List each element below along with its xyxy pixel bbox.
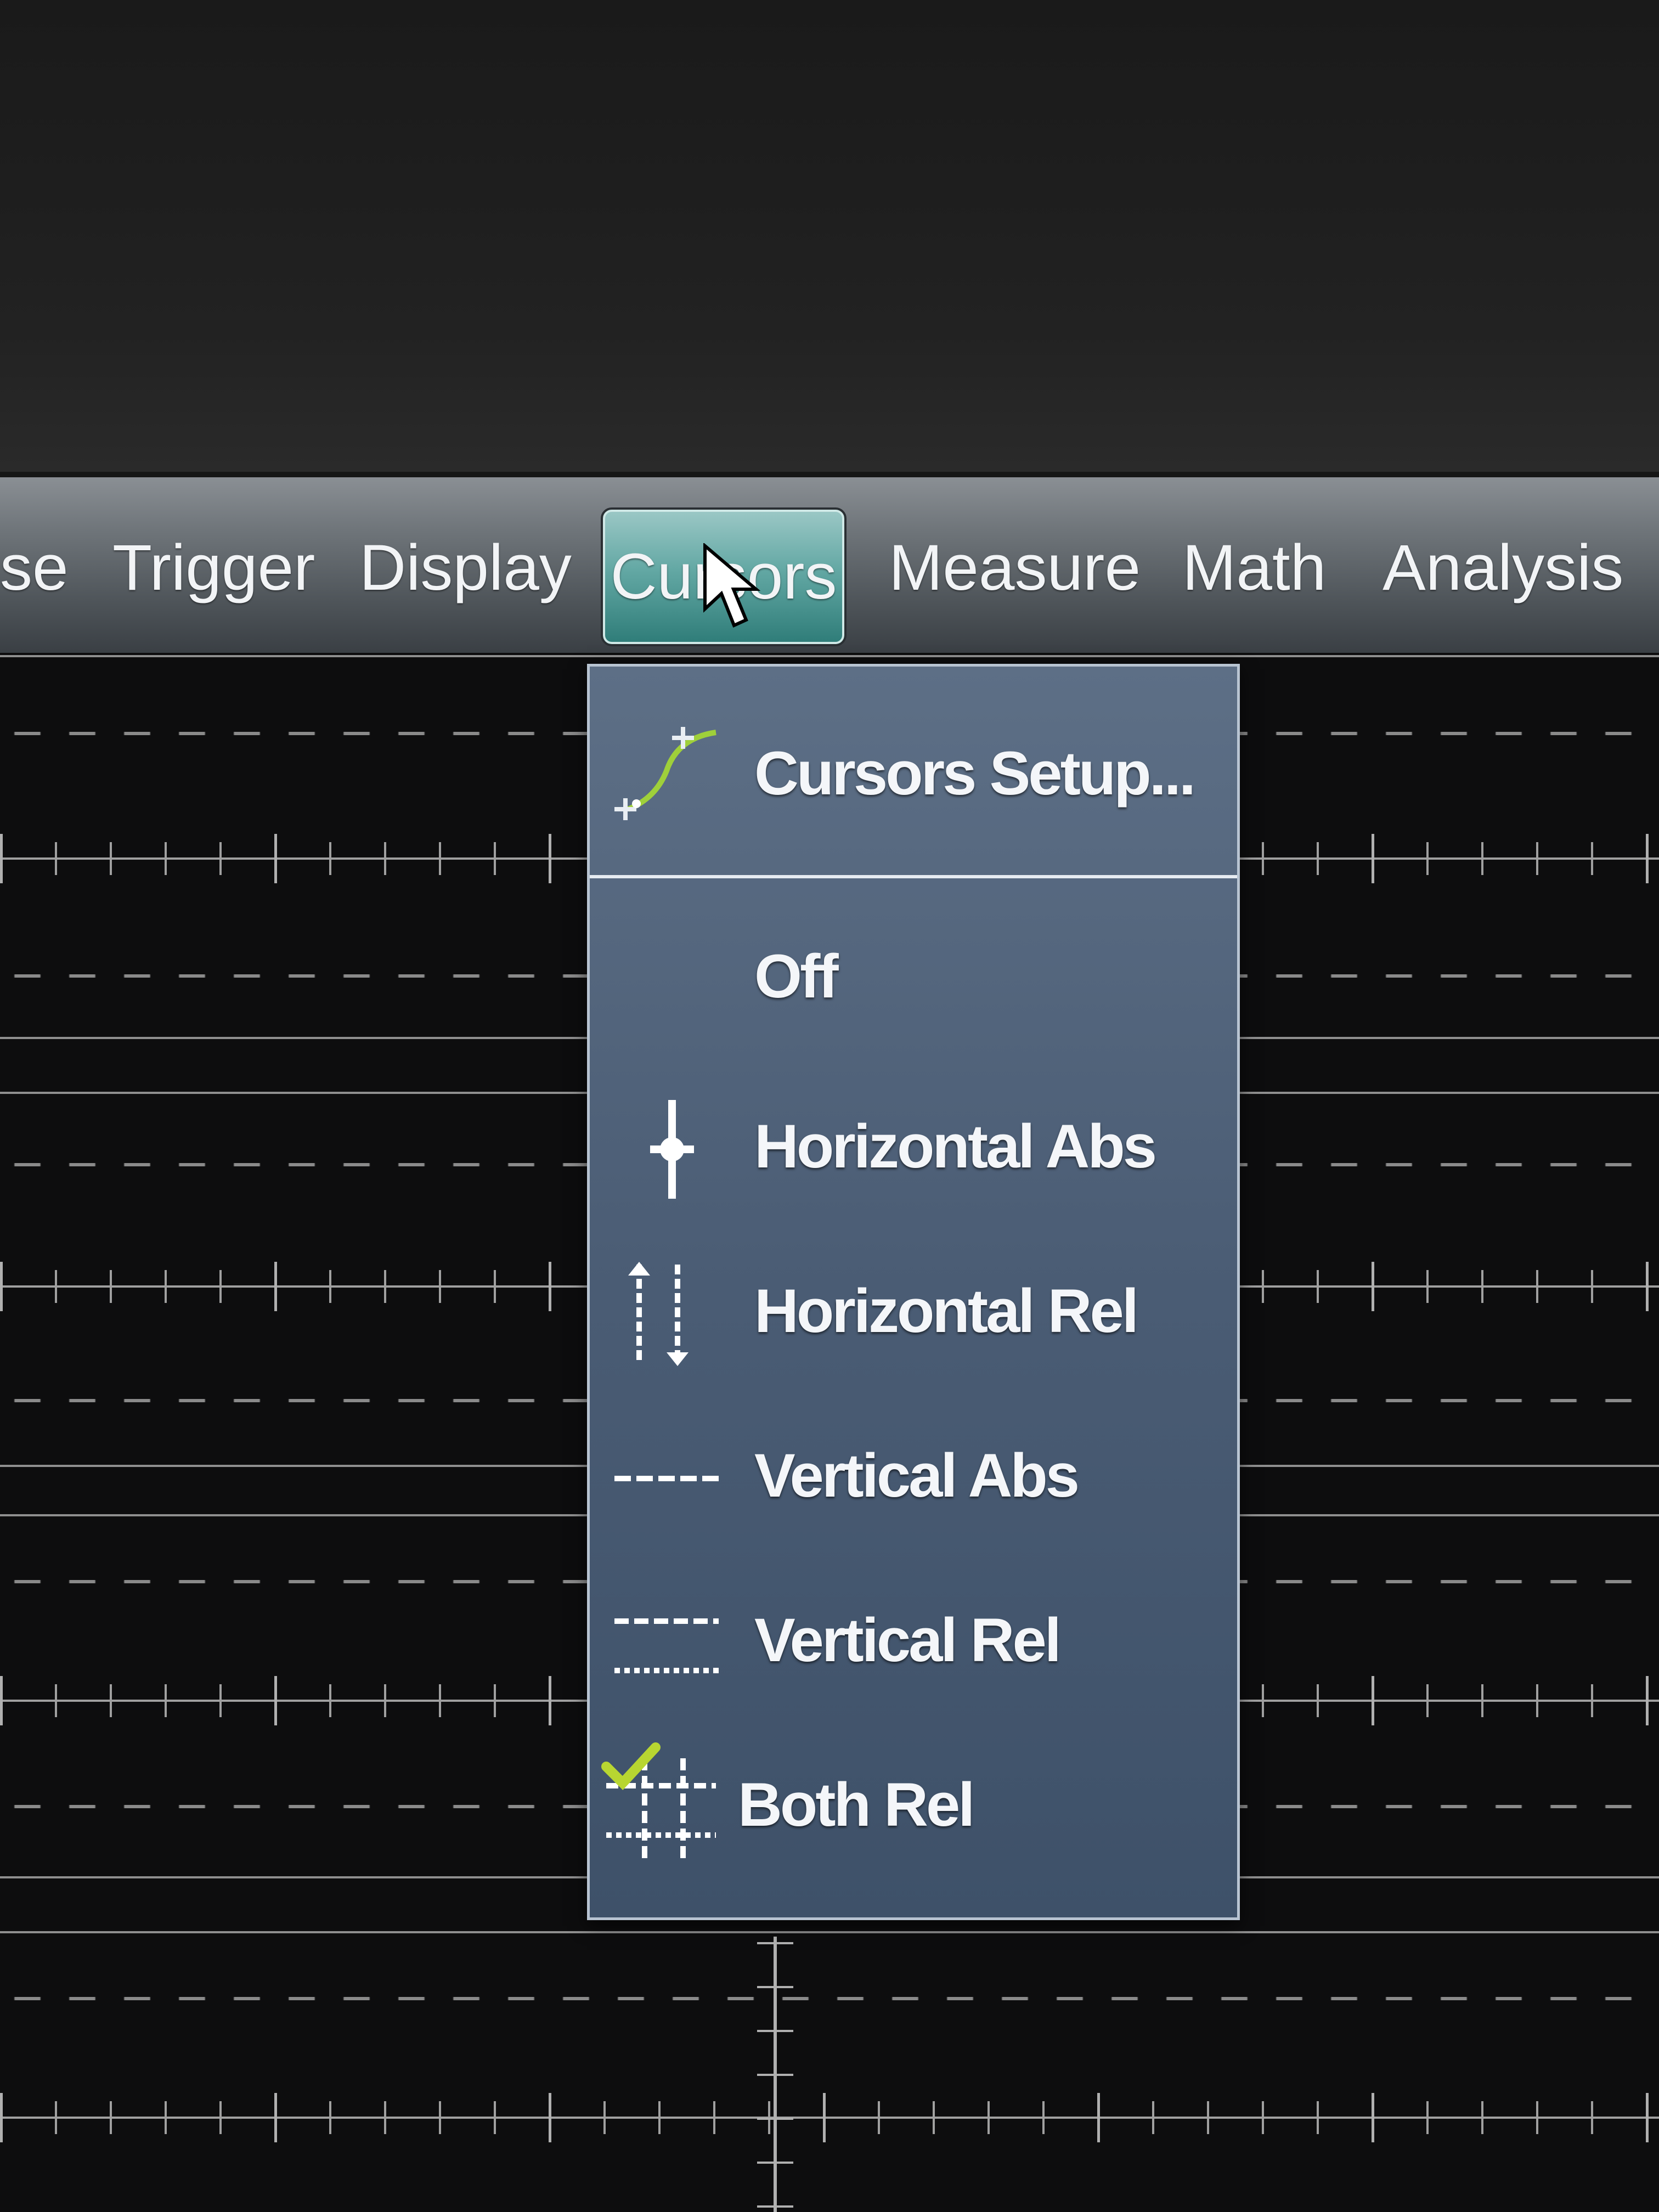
menu-option-label: Both Rel [738, 1770, 975, 1839]
cursors-dropdown-menu: Cursors Setup... Off Horizontal Abs Hori… [587, 664, 1240, 1920]
mouse-pointer-icon [703, 543, 761, 628]
grid-line [0, 655, 1659, 657]
menu-option-off[interactable]: Off [590, 908, 1237, 1051]
menu-item-acquire[interactable]: se [0, 532, 69, 603]
menu-item-trigger[interactable]: Trigger [112, 532, 315, 603]
vertical-rel-icon [614, 1618, 719, 1673]
grid-major-ticks [0, 2093, 1659, 2142]
menu-option-label: Vertical Rel [754, 1606, 1062, 1674]
grid-dots [0, 1997, 1659, 2000]
menu-option-horizontal-abs[interactable]: Horizontal Abs [590, 1078, 1237, 1221]
menu-item-display[interactable]: Display [359, 532, 572, 603]
menu-option-label: Cursors Setup... [754, 739, 1196, 808]
menu-separator [590, 875, 1237, 878]
menu-option-horizontal-rel[interactable]: Horizontal Rel [590, 1243, 1237, 1385]
menu-option-vertical-abs[interactable]: Vertical Abs [590, 1407, 1237, 1550]
menu-option-label: Off [754, 942, 839, 1011]
horizontal-rel-icon [628, 1262, 689, 1366]
menu-item-math[interactable]: Math [1182, 532, 1326, 603]
menu-item-analysis[interactable]: Analysis [1383, 532, 1623, 603]
menu-option-vertical-rel[interactable]: Vertical Rel [590, 1572, 1237, 1714]
horizontal-abs-icon [650, 1100, 694, 1199]
center-axis-ticks [757, 1942, 793, 2212]
monitor-bezel [0, 0, 1659, 472]
menu-option-both-rel[interactable]: Both Rel [590, 1736, 1237, 1879]
menu-option-cursors-setup[interactable]: Cursors Setup... [590, 689, 1237, 864]
vertical-abs-icon [614, 1476, 724, 1481]
grid-line [0, 1931, 1659, 1933]
cursors-setup-icon [614, 727, 716, 820]
menu-option-label: Horizontal Abs [754, 1112, 1157, 1181]
menu-item-measure[interactable]: Measure [889, 532, 1141, 603]
menu-option-label: Horizontal Rel [754, 1277, 1139, 1345]
checkmark-icon [601, 1742, 661, 1790]
menu-option-label: Vertical Abs [754, 1441, 1080, 1510]
